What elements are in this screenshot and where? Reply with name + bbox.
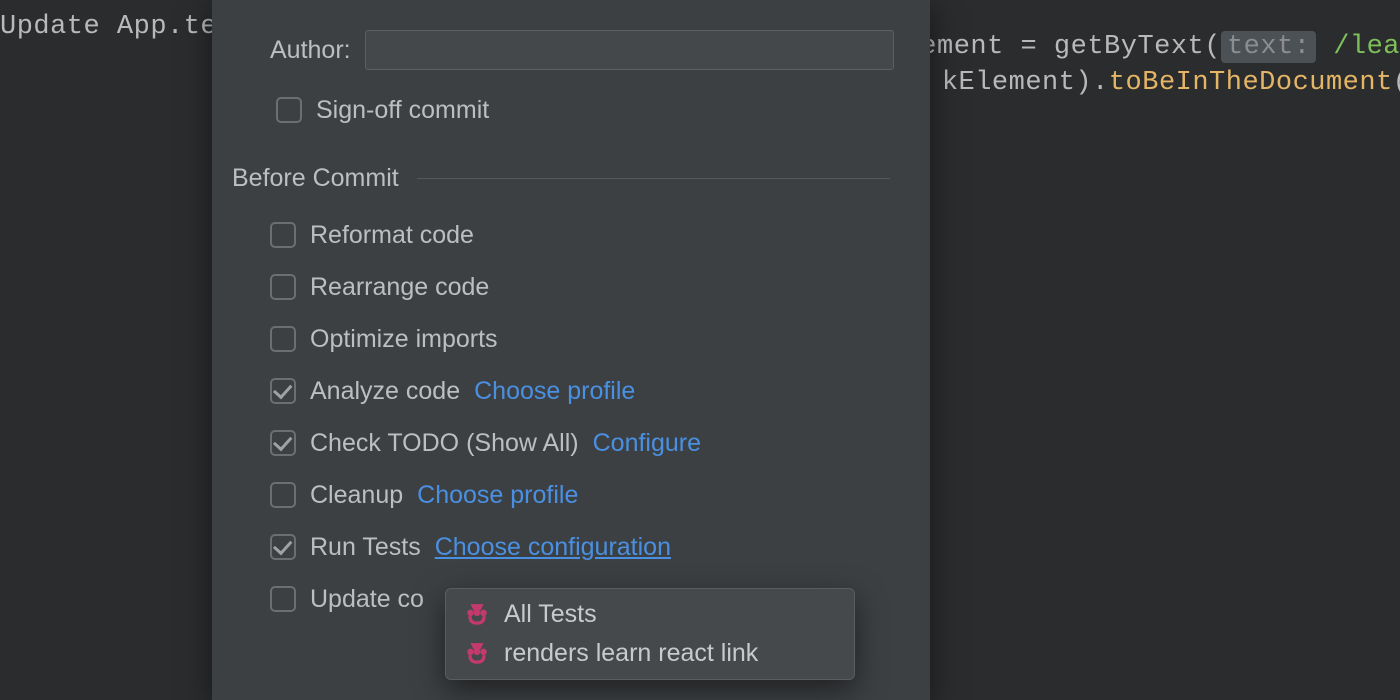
cleanup-profile-link[interactable]: Choose profile [417, 481, 578, 510]
section-divider [417, 178, 890, 179]
analyze-row: Analyze code Choose profile [212, 365, 930, 417]
code-text: kElement). [942, 68, 1109, 98]
todo-row: Check TODO (Show All) Configure [212, 417, 930, 469]
runtests-label: Run Tests [310, 533, 421, 562]
todo-checkbox[interactable] [270, 430, 296, 456]
todo-label: Check TODO (Show All) [310, 429, 579, 458]
code-line-2: kElement).toBeInTheDocument() [875, 38, 1400, 128]
jest-icon [464, 641, 490, 667]
cleanup-label: Cleanup [310, 481, 403, 510]
config-item-label: renders learn react link [504, 639, 758, 668]
analyze-profile-link[interactable]: Choose profile [474, 377, 635, 406]
config-item-label: All Tests [504, 600, 597, 629]
optimize-row: Optimize imports [212, 313, 930, 365]
author-label: Author: [270, 36, 351, 65]
tab-title: Update App.te [0, 12, 217, 42]
reformat-checkbox[interactable] [270, 222, 296, 248]
optimize-checkbox[interactable] [270, 326, 296, 352]
jest-icon [464, 602, 490, 628]
author-input[interactable] [365, 30, 894, 70]
reformat-row: Reformat code [212, 209, 930, 261]
config-item-renders-learn-react-link[interactable]: renders learn react link [446, 634, 854, 673]
author-row: Author: [212, 24, 930, 76]
analyze-checkbox[interactable] [270, 378, 296, 404]
rearrange-label: Rearrange code [310, 273, 489, 302]
cleanup-checkbox[interactable] [270, 482, 296, 508]
signoff-checkbox[interactable] [276, 97, 302, 123]
code-text: () [1393, 68, 1400, 98]
rearrange-row: Rearrange code [212, 261, 930, 313]
update-label: Update co [310, 585, 424, 614]
runtests-checkbox[interactable] [270, 534, 296, 560]
analyze-label: Analyze code [310, 377, 460, 406]
runtests-choose-config-link[interactable]: Choose configuration [435, 533, 671, 562]
cleanup-row: Cleanup Choose profile [212, 469, 930, 521]
signoff-row: Sign-off commit [212, 84, 930, 136]
section-title: Before Commit [232, 164, 399, 193]
rearrange-checkbox[interactable] [270, 274, 296, 300]
before-commit-header: Before Commit [212, 136, 930, 209]
reformat-label: Reformat code [310, 221, 474, 250]
config-item-all-tests[interactable]: All Tests [446, 595, 854, 634]
method-token: toBeInTheDocument [1109, 68, 1393, 98]
update-checkbox[interactable] [270, 586, 296, 612]
signoff-label: Sign-off commit [316, 96, 489, 125]
optimize-label: Optimize imports [310, 325, 498, 354]
run-configuration-popup: All Tests renders learn react link [445, 588, 855, 680]
todo-configure-link[interactable]: Configure [593, 429, 701, 458]
runtests-row: Run Tests Choose configuration [212, 521, 930, 573]
